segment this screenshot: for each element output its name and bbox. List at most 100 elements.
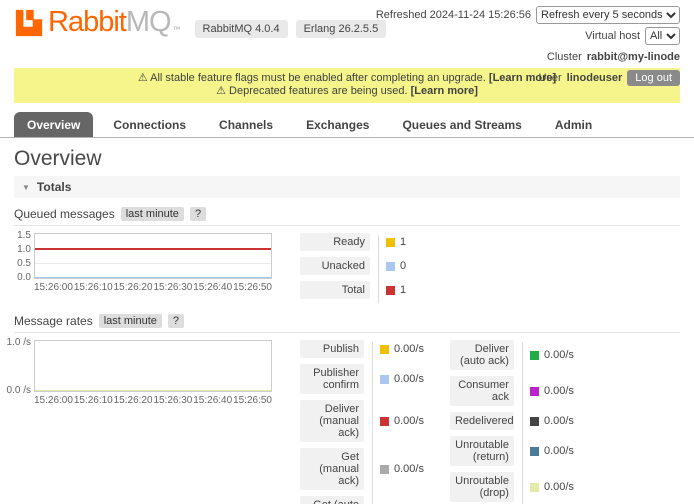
legend-row-deliver-auto: Deliver (auto ack) 0.00/s (450, 340, 574, 370)
logo-trademark: ™ (173, 25, 181, 34)
tab-overview[interactable]: Overview (14, 112, 93, 137)
logout-button[interactable]: Log out (627, 70, 680, 86)
queued-messages-legend: Ready 1 Unacked 0 Total 1 (300, 233, 406, 305)
legend-row-unacked: Unacked 0 (300, 257, 406, 275)
rabbitmq-logo-icon (14, 8, 44, 38)
legend-row-ready: Ready 1 (300, 233, 406, 251)
queued-ytick: 0.5 (17, 258, 31, 269)
queued-help-icon[interactable]: ? (190, 207, 206, 221)
legend-label: Total (300, 281, 370, 299)
queued-total-line (35, 248, 271, 250)
rates-help-icon[interactable]: ? (168, 314, 184, 328)
erlang-version-badge: Erlang 26.2.5.5 (296, 20, 387, 38)
deliver-manual-color-chip (380, 417, 389, 426)
rabbitmq-logo[interactable]: RabbitMQ™ (14, 6, 181, 39)
legend-label: Deliver (auto ack) (450, 340, 514, 370)
queued-range-badge[interactable]: last minute (121, 207, 184, 221)
rates-legend-right: Deliver (auto ack) 0.00/s Consumer ack 0… (450, 340, 574, 504)
legend-value: 0 (400, 260, 406, 272)
legend-label: Consumer ack (450, 376, 514, 406)
rates-xtick: 15:26:10 (74, 395, 113, 406)
rates-xtick: 15:26:40 (193, 395, 232, 406)
refresh-interval-select[interactable]: Refresh every 5 seconds (536, 6, 680, 24)
legend-row-redelivered: Redelivered 0.00/s (450, 412, 574, 430)
legend-label: Unroutable (return) (450, 436, 514, 466)
tab-queues-and-streams[interactable]: Queues and Streams (389, 112, 534, 137)
rabbitmq-version-badge: RabbitMQ 4.0.4 (195, 20, 288, 38)
queued-x-axis: 15:26:00 15:26:10 15:26:20 15:26:30 15:2… (34, 282, 272, 293)
legend-row-total: Total 1 (300, 281, 406, 299)
header: RabbitMQ™ RabbitMQ 4.0.4 Erlang 26.2.5.5… (0, 0, 694, 66)
legend-value: 1 (400, 236, 406, 248)
virtual-host-select[interactable]: All (645, 27, 680, 45)
queued-xtick: 15:26:30 (153, 282, 192, 293)
queued-ytick: 0.0 (17, 272, 31, 283)
total-color-chip (386, 286, 395, 295)
totals-section-label: Totals (37, 180, 71, 194)
logo-text-rabbit: Rabbit (48, 6, 126, 39)
tab-channels[interactable]: Channels (206, 112, 286, 137)
legend-label: Get (manual ack) (300, 448, 364, 490)
queued-ytick: 1.5 (17, 230, 31, 241)
virtual-host-label: Virtual host (585, 30, 640, 42)
collapse-triangle-icon: ▼ (22, 183, 30, 192)
queued-messages-header: Queued messages last minute ? (14, 207, 680, 226)
get-manual-color-chip (380, 465, 389, 474)
cluster-label: Cluster (547, 51, 582, 63)
logo-text-mq: MQ (126, 6, 171, 39)
tab-admin[interactable]: Admin (542, 112, 605, 137)
publish-color-chip (380, 345, 389, 354)
deliver-auto-color-chip (530, 351, 539, 360)
cluster-name: rabbit@my-linode (587, 51, 680, 63)
unroutable-drop-color-chip (530, 483, 539, 492)
legend-label: Get (auto ack) (300, 496, 364, 504)
consumer-ack-color-chip (530, 387, 539, 396)
legend-value: 0.00/s (544, 481, 574, 493)
legend-label: Redelivered (450, 412, 514, 430)
page-title: Overview (14, 147, 680, 171)
message-rates-title: Message rates (14, 314, 93, 328)
legend-value: 1 (400, 284, 406, 296)
queued-xtick: 15:26:10 (74, 282, 113, 293)
legend-value: 0.00/s (544, 349, 574, 361)
unroutable-return-color-chip (530, 447, 539, 456)
legend-value: 0.00/s (544, 415, 574, 427)
header-controls: Refreshed 2024-11-24 15:26:56 Refresh ev… (376, 6, 680, 90)
legend-value: 0.00/s (394, 373, 424, 385)
unacked-color-chip (386, 262, 395, 271)
queued-messages-chart: 1.5 1.0 0.5 0.0 (34, 233, 272, 279)
legend-label: Ready (300, 233, 370, 251)
rates-range-badge[interactable]: last minute (99, 314, 162, 328)
legend-value: 0.00/s (544, 445, 574, 457)
queued-xtick: 15:26:40 (193, 282, 232, 293)
legend-row-deliver-manual: Deliver (manual ack) 0.00/s (300, 400, 424, 442)
ready-color-chip (386, 238, 395, 247)
message-rates-chart: 1.0 /s 0.0 /s (34, 340, 272, 392)
redelivered-color-chip (530, 417, 539, 426)
queued-xtick: 15:26:20 (114, 282, 153, 293)
main-nav-tabs: Overview Connections Channels Exchanges … (0, 112, 694, 138)
legend-row-get-auto: Get (auto ack) 0.00/s (300, 496, 424, 504)
tab-connections[interactable]: Connections (100, 112, 199, 137)
legend-row-publish: Publish 0.00/s (300, 340, 424, 358)
rates-xtick: 15:26:00 (34, 395, 73, 406)
rates-ytick: 0.0 /s (7, 385, 31, 396)
legend-row-unroutable-drop: Unroutable (drop) 0.00/s (450, 472, 574, 502)
legend-label: Unroutable (drop) (450, 472, 514, 502)
message-rates-header: Message rates last minute ? (14, 314, 680, 333)
legend-value: 0.00/s (394, 415, 424, 427)
legend-value: 0.00/s (394, 343, 424, 355)
rates-xtick: 15:26:30 (153, 395, 192, 406)
legend-label: Deliver (manual ack) (300, 400, 364, 442)
legend-row-publisher-confirm: Publisher confirm 0.00/s (300, 364, 424, 394)
user-name: linodeuser (567, 72, 623, 84)
queued-xtick: 15:26:50 (233, 282, 272, 293)
rates-legend-left: Publish 0.00/s Publisher confirm 0.00/s … (300, 340, 424, 504)
legend-row-consumer-ack: Consumer ack 0.00/s (450, 376, 574, 406)
rates-xtick: 15:26:50 (233, 395, 272, 406)
tab-exchanges[interactable]: Exchanges (293, 112, 382, 137)
totals-section-toggle[interactable]: ▼ Totals (14, 176, 680, 198)
message-rates-row: 1.0 /s 0.0 /s 15:26:00 15:26:10 15:26:20… (14, 340, 680, 504)
rates-xtick: 15:26:20 (114, 395, 153, 406)
legend-label: Publisher confirm (300, 364, 364, 394)
